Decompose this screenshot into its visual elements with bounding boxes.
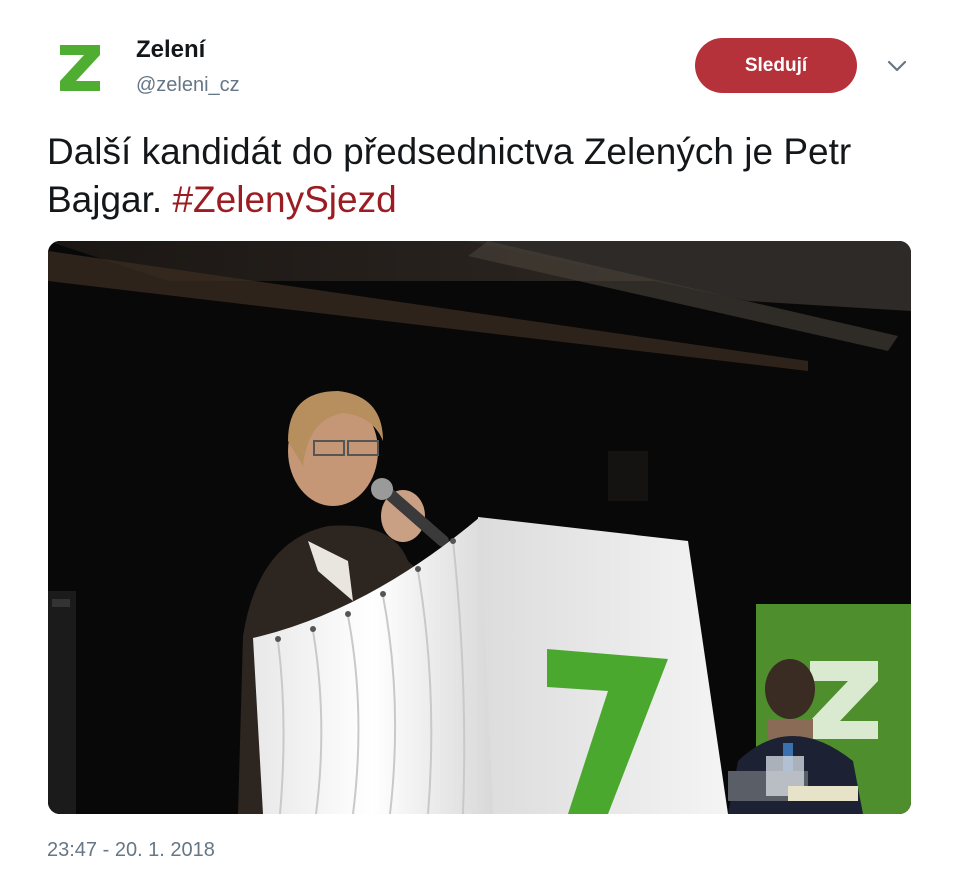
speaker-photo: [48, 241, 911, 814]
chevron-down-icon[interactable]: [884, 56, 910, 76]
tweet-timestamp[interactable]: 23:47 - 20. 1. 2018: [47, 839, 215, 862]
hashtag-link[interactable]: #ZelenySjezd: [172, 179, 396, 220]
tweet-text-body: Další kandidát do předsednictva Zelených…: [47, 131, 852, 220]
follow-button[interactable]: Sledují: [695, 38, 857, 93]
zeleni-logo-icon: [60, 45, 100, 91]
tweet-photo[interactable]: [48, 241, 911, 814]
avatar[interactable]: [48, 35, 112, 99]
account-name[interactable]: Zelení: [136, 36, 205, 64]
tweet-header: Zelení @zeleni_cz Sledují: [0, 0, 960, 110]
account-handle[interactable]: @zeleni_cz: [136, 74, 240, 97]
tweet-text: Další kandidát do předsednictva Zelených…: [47, 128, 917, 224]
